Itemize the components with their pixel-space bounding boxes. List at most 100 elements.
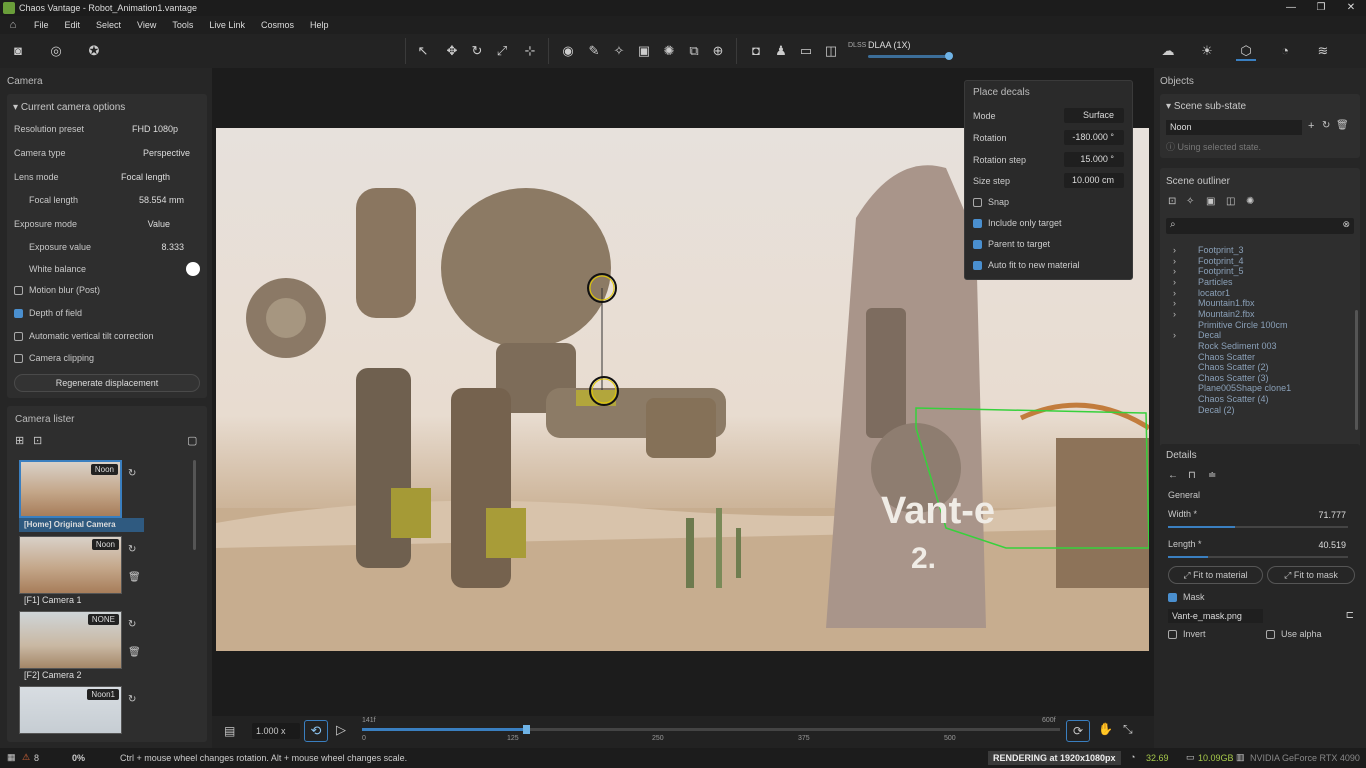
warning-icon[interactable]: ⚠ bbox=[22, 752, 30, 763]
outliner-search-input[interactable]: ⌕ ⊗ bbox=[1166, 218, 1354, 234]
environment-tab-icon[interactable]: ◎ bbox=[46, 41, 66, 61]
scale-tool-icon[interactable]: ⤢ bbox=[492, 41, 512, 61]
motion-blur-row[interactable]: Motion blur (Post) bbox=[14, 281, 200, 299]
delete-substate-icon[interactable]: 🗑 bbox=[1336, 120, 1349, 131]
scatter-tool-icon[interactable]: ✧ bbox=[609, 41, 629, 61]
add-substate-icon[interactable]: + bbox=[1308, 120, 1314, 132]
outliner-item[interactable]: Chaos Scatter bbox=[1198, 352, 1255, 362]
outliner-item[interactable]: Primitive Circle 100cm bbox=[1198, 320, 1288, 330]
move-tool-icon[interactable]: ✥ bbox=[442, 41, 462, 61]
mask-checkbox[interactable] bbox=[1168, 593, 1177, 603]
outliner-item[interactable]: Footprint_5 bbox=[1198, 266, 1244, 276]
close-icon[interactable]: ✕ bbox=[1336, 0, 1366, 16]
fit-to-material-button[interactable]: ⤢ Fit to material bbox=[1168, 566, 1263, 584]
minimize-icon[interactable]: — bbox=[1276, 0, 1306, 16]
add-camera-icon[interactable]: ⊞ bbox=[15, 434, 24, 447]
substate-dropdown[interactable]: Noon bbox=[1166, 120, 1302, 135]
clear-search-icon[interactable]: ⊗ bbox=[1342, 219, 1350, 230]
add-object-icon[interactable]: ⊕ bbox=[708, 41, 728, 61]
exposure-mode-dropdown[interactable]: Value bbox=[148, 219, 170, 229]
expand-chevron-icon[interactable]: › bbox=[1173, 309, 1176, 319]
refresh-camera-icon[interactable]: ↻ bbox=[128, 619, 136, 630]
outliner-item[interactable]: Mountain2.fbx bbox=[1198, 309, 1255, 319]
camera-thumb-f3[interactable]: Noon1 bbox=[19, 686, 122, 734]
hand-tool-icon[interactable]: ✋ bbox=[1098, 722, 1113, 736]
outliner-item[interactable]: Footprint_4 bbox=[1198, 256, 1244, 266]
menu-help[interactable]: Help bbox=[302, 20, 337, 30]
motion-blur-checkbox[interactable] bbox=[14, 285, 23, 295]
material-tool-icon[interactable]: ◉ bbox=[558, 41, 578, 61]
vertical-tilt-row[interactable]: Automatic vertical tilt correction bbox=[14, 327, 200, 345]
refresh-camera-icon[interactable]: ↻ bbox=[128, 468, 136, 479]
camera-label-f2[interactable]: [F2] Camera 2 bbox=[24, 670, 82, 680]
camera-folder-icon[interactable]: ▢ bbox=[187, 434, 197, 447]
expand-chevron-icon[interactable]: › bbox=[1173, 256, 1176, 266]
add-camera-view-icon[interactable]: ⊡ bbox=[33, 434, 42, 447]
layers-icon[interactable]: ≋ bbox=[1313, 41, 1333, 61]
outliner-item[interactable]: Footprint_3 bbox=[1198, 245, 1244, 255]
focal-length-input[interactable]: 58.554 mm bbox=[139, 195, 184, 205]
timeline-playhead[interactable] bbox=[523, 725, 531, 734]
substate-header[interactable]: ▾ Scene sub-state bbox=[1166, 101, 1246, 112]
menu-live-link[interactable]: Live Link bbox=[201, 20, 253, 30]
expand-chevron-icon[interactable]: › bbox=[1173, 245, 1176, 255]
effects-tab-icon[interactable]: ✪ bbox=[84, 41, 104, 61]
clipping-row[interactable]: Camera clipping bbox=[14, 349, 200, 367]
pivot-tool-icon[interactable]: ⊹ bbox=[520, 41, 540, 61]
walk-mode-icon[interactable]: ♟ bbox=[771, 41, 791, 61]
resolution-dropdown[interactable]: FHD 1080p bbox=[132, 124, 178, 134]
dlaa-slider-handle[interactable] bbox=[945, 52, 953, 60]
sync-camera-icon[interactable]: ⟳ bbox=[1066, 720, 1090, 742]
dlaa-slider[interactable] bbox=[868, 55, 950, 58]
clipping-checkbox[interactable] bbox=[14, 353, 23, 363]
dof-row[interactable]: Depth of field bbox=[14, 304, 200, 322]
loop-icon[interactable]: ⟲ bbox=[304, 720, 328, 742]
menu-edit[interactable]: Edit bbox=[57, 20, 89, 30]
regenerate-displacement-button[interactable]: Regenerate displacement bbox=[14, 374, 200, 392]
parent-target-row[interactable]: Parent to target bbox=[973, 239, 1124, 250]
menu-view[interactable]: View bbox=[129, 20, 164, 30]
vertical-tilt-checkbox[interactable] bbox=[14, 331, 23, 341]
mask-row[interactable]: Mask bbox=[1168, 592, 1205, 603]
camera-thumb-f1[interactable]: Noon bbox=[19, 536, 122, 594]
render-mode-icon[interactable]: ◫ bbox=[821, 41, 841, 61]
lister-scrollbar[interactable] bbox=[193, 460, 196, 550]
environment-icon[interactable]: ☁ bbox=[1158, 41, 1178, 61]
outliner-item[interactable]: Particles bbox=[1198, 277, 1233, 287]
invert-row[interactable]: Invert bbox=[1168, 629, 1206, 640]
back-icon[interactable]: ← bbox=[1168, 470, 1178, 481]
keyframe-icon[interactable]: ⤡ bbox=[1123, 722, 1133, 737]
fit-to-mask-button[interactable]: ⤢ Fit to mask bbox=[1267, 566, 1355, 584]
paint-tool-icon[interactable]: ✎ bbox=[584, 41, 604, 61]
menu-tools[interactable]: Tools bbox=[164, 20, 201, 30]
outliner-light-filter-icon[interactable]: ✧ bbox=[1186, 196, 1194, 207]
delete-camera-icon[interactable]: 🗑 bbox=[128, 572, 141, 583]
outliner-scrollbar[interactable] bbox=[1355, 310, 1358, 430]
select-tool-icon[interactable]: ↖ bbox=[413, 41, 433, 61]
objects-icon[interactable]: ⬡ bbox=[1236, 41, 1256, 61]
use-alpha-checkbox[interactable] bbox=[1266, 630, 1275, 640]
menu-select[interactable]: Select bbox=[88, 20, 129, 30]
pin-icon[interactable]: ⊓ bbox=[1188, 470, 1196, 481]
outliner-item[interactable]: locator1 bbox=[1198, 288, 1230, 298]
use-alpha-row[interactable]: Use alpha bbox=[1266, 629, 1322, 640]
sequencer-icon[interactable]: ▤ bbox=[224, 724, 235, 738]
expand-chevron-icon[interactable]: › bbox=[1173, 288, 1176, 298]
camera-tab-icon[interactable]: ◙ bbox=[8, 41, 28, 61]
outliner-item[interactable]: Chaos Scatter (2) bbox=[1198, 362, 1269, 372]
refresh-substate-icon[interactable]: ↻ bbox=[1322, 120, 1330, 131]
lens-mode-dropdown[interactable]: Focal length bbox=[121, 172, 170, 182]
expand-chevron-icon[interactable]: › bbox=[1173, 266, 1176, 276]
outliner-decal-filter-icon[interactable]: ▣ bbox=[1206, 196, 1215, 207]
duplicate-tool-icon[interactable]: ⧉ bbox=[684, 41, 704, 61]
expand-chevron-icon[interactable]: › bbox=[1173, 330, 1176, 340]
snap-row[interactable]: Snap bbox=[973, 197, 1124, 208]
include-target-row[interactable]: Include only target bbox=[973, 218, 1124, 229]
width-input[interactable]: 71.777 bbox=[1318, 510, 1346, 520]
outliner-filter-icon[interactable]: ⊡ bbox=[1168, 196, 1176, 207]
outliner-item[interactable]: Rock Sediment 003 bbox=[1198, 341, 1277, 351]
play-icon[interactable]: ▷ bbox=[336, 722, 346, 738]
camera-label-home[interactable]: [Home] Original Camera bbox=[19, 518, 144, 532]
playback-speed-dropdown[interactable]: 1.000 x bbox=[252, 723, 300, 739]
decal-rotation-step-input[interactable]: 15.000 ° bbox=[1064, 152, 1124, 167]
